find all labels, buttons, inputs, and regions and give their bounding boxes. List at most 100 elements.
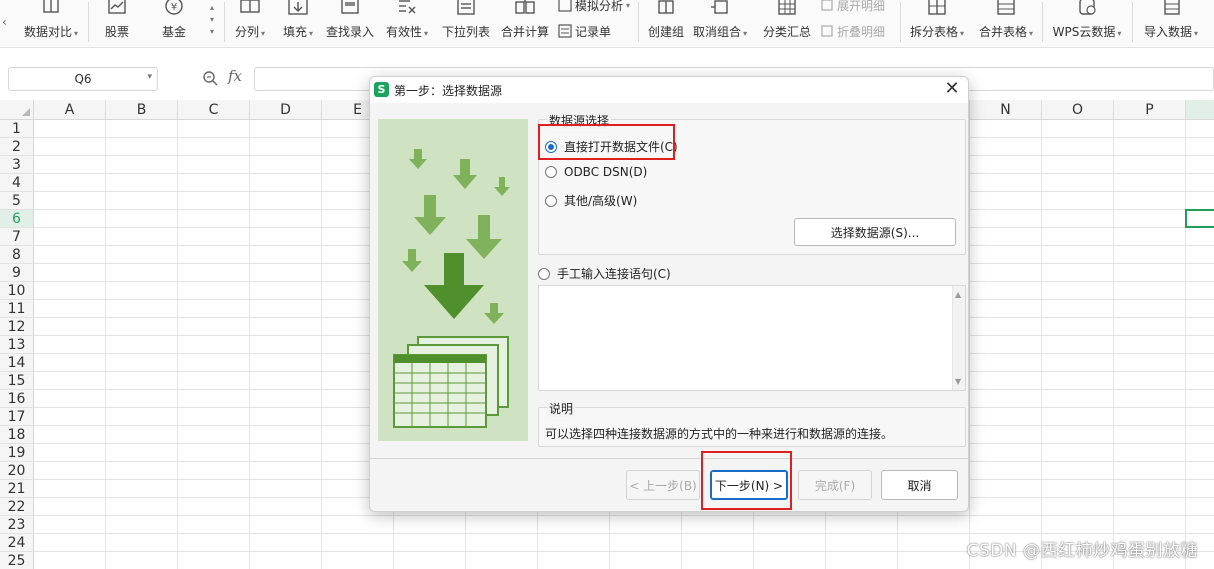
row-header[interactable]: 13 <box>0 336 34 354</box>
subtotal-button[interactable]: 分类汇总 <box>760 0 814 46</box>
find-input-button[interactable]: 查找录入 <box>324 0 376 46</box>
merge-table-label: 合并表格 <box>979 23 1033 40</box>
collapse-detail-icon <box>821 25 833 37</box>
column-header[interactable]: Q <box>1186 100 1214 120</box>
cancel-button[interactable]: 取消 <box>881 470 958 500</box>
stocks-button[interactable]: 股票 <box>96 0 138 46</box>
subtotal-label: 分类汇总 <box>762 25 811 39</box>
record-form-button[interactable]: 记录单 <box>558 22 611 40</box>
row-header[interactable]: 16 <box>0 390 34 408</box>
row-header[interactable]: 7 <box>0 228 34 246</box>
row-header[interactable]: 5 <box>0 192 34 210</box>
fill-button[interactable]: 填充 <box>278 0 318 46</box>
radio-odbc-dsn[interactable]: ODBC DSN(D) <box>545 165 647 179</box>
stocks-label: 股票 <box>104 25 129 39</box>
column-header[interactable]: C <box>178 100 250 120</box>
create-group-label: 创建组 <box>647 25 684 39</box>
row-header[interactable]: 22 <box>0 498 34 516</box>
row-header[interactable]: 2 <box>0 138 34 156</box>
choose-data-source-button[interactable]: 选择数据源(S)... <box>794 218 956 246</box>
scroll-down-icon[interactable]: ▼ <box>955 377 961 386</box>
row-header[interactable]: 9 <box>0 264 34 282</box>
dialog-title: 第一步：选择数据源 <box>394 84 503 98</box>
column-header[interactable]: N <box>970 100 1042 120</box>
finish-button[interactable]: 完成(F) <box>798 470 872 500</box>
find-entry-icon <box>341 0 359 14</box>
wps-logo-icon: S <box>374 82 389 97</box>
row-header[interactable]: 11 <box>0 300 34 318</box>
select-all-corner[interactable] <box>0 100 34 120</box>
import-data-button[interactable]: 导入数据 <box>1138 0 1204 46</box>
simulate-analysis-button[interactable]: 模拟分析 ▾ <box>558 0 630 14</box>
zoom-icon[interactable] <box>202 70 218 86</box>
row-header[interactable]: 18 <box>0 426 34 444</box>
column-header[interactable]: O <box>1042 100 1114 120</box>
row-header[interactable]: 17 <box>0 408 34 426</box>
split-table-button[interactable]: 拆分表格 <box>906 0 968 46</box>
consolidate-button[interactable]: 合并计算 <box>498 0 552 46</box>
scroll-up-icon[interactable]: ▲ <box>955 290 961 299</box>
download-arrows-icon <box>393 149 510 428</box>
fund-button[interactable]: ¥ 基金 <box>152 0 196 46</box>
ribbon-separator <box>224 2 225 42</box>
merge-calc-icon <box>515 0 535 14</box>
row-header[interactable]: 3 <box>0 156 34 174</box>
column-header[interactable]: P <box>1114 100 1186 120</box>
column-header[interactable]: A <box>34 100 106 120</box>
ribbon-scroll-left-icon[interactable]: ‹ <box>2 14 12 30</box>
group-icon <box>658 0 674 14</box>
radio-manual-connection[interactable]: 手工输入连接语句(C) <box>538 265 671 282</box>
wps-spreadsheet-window: ‹ 数据对比 股票 ¥ 基金 ▴▾▾ 分列 填充 查找录入 <box>0 0 1214 569</box>
radio-other-advanced[interactable]: 其他/高级(W) <box>545 192 637 209</box>
connection-statement-textarea[interactable]: ▲ ▼ <box>538 285 966 391</box>
name-box[interactable]: Q6 <box>8 67 158 91</box>
row-header[interactable]: 4 <box>0 174 34 192</box>
active-cell[interactable] <box>1185 209 1214 228</box>
close-icon[interactable]: ✕ <box>942 79 962 99</box>
radio-unchecked-icon[interactable] <box>538 267 550 280</box>
row-header[interactable]: 24 <box>0 534 34 552</box>
merge-table-button[interactable]: 合并表格 <box>974 0 1038 46</box>
row-header[interactable]: 14 <box>0 354 34 372</box>
data-compare-button[interactable]: 数据对比 <box>18 0 84 46</box>
merge-table-icon <box>997 0 1015 15</box>
create-group-button[interactable]: 创建组 <box>644 0 688 46</box>
column-header[interactable]: B <box>106 100 178 120</box>
row-header[interactable]: 10 <box>0 282 34 300</box>
row-header[interactable]: 19 <box>0 444 34 462</box>
ribbon-gallery-scroll[interactable]: ▴ ▾ ▾ <box>206 2 218 42</box>
wps-cloud-data-button[interactable]: WPS云数据 <box>1048 0 1126 46</box>
collapse-detail-button[interactable]: 折叠明细 <box>820 22 885 40</box>
radio-other-advanced-label: 其他/高级(W) <box>564 194 638 208</box>
row-header[interactable]: 8 <box>0 246 34 264</box>
split-button[interactable]: 分列 <box>230 0 270 46</box>
ungroup-icon <box>711 0 728 14</box>
row-header[interactable]: 23 <box>0 516 34 534</box>
fill-label: 填充 <box>283 23 313 40</box>
radio-unchecked-icon[interactable] <box>545 194 557 207</box>
find-input-label: 查找录入 <box>325 25 374 39</box>
description-text: 可以选择四种连接数据源的方式中的一种来进行和数据源的连接。 <box>545 427 894 441</box>
row-header[interactable]: 15 <box>0 372 34 390</box>
validity-button[interactable]: 有效性 <box>382 0 432 46</box>
row-header[interactable]: 20 <box>0 462 34 480</box>
expand-detail-button[interactable]: 展开明细 <box>820 0 885 14</box>
fx-icon[interactable]: fx <box>228 67 242 85</box>
textarea-scrollbar[interactable]: ▲ ▼ <box>952 286 965 390</box>
row-header[interactable]: 1 <box>0 120 34 138</box>
grid-column-line <box>177 120 178 569</box>
grid-row-line <box>34 515 1214 516</box>
column-header[interactable]: D <box>250 100 322 120</box>
row-header[interactable]: 21 <box>0 480 34 498</box>
description-group: 说明 可以选择四种连接数据源的方式中的一种来进行和数据源的连接。 <box>538 400 966 447</box>
row-header[interactable]: 25 <box>0 552 34 569</box>
highlight-box-open-file <box>538 124 675 160</box>
radio-unchecked-icon[interactable] <box>545 166 557 178</box>
dropdown-list-button[interactable]: 下拉列表 <box>440 0 492 46</box>
data-ribbon: ‹ 数据对比 股票 ¥ 基金 ▴▾▾ 分列 填充 查找录入 <box>0 0 1214 48</box>
row-header[interactable]: 12 <box>0 318 34 336</box>
ungroup-button[interactable]: 取消组合 <box>692 0 748 46</box>
fund-label: 基金 <box>161 25 186 39</box>
prev-step-button[interactable]: < 上一步(B) <box>626 470 700 500</box>
row-header[interactable]: 6 <box>0 210 34 228</box>
